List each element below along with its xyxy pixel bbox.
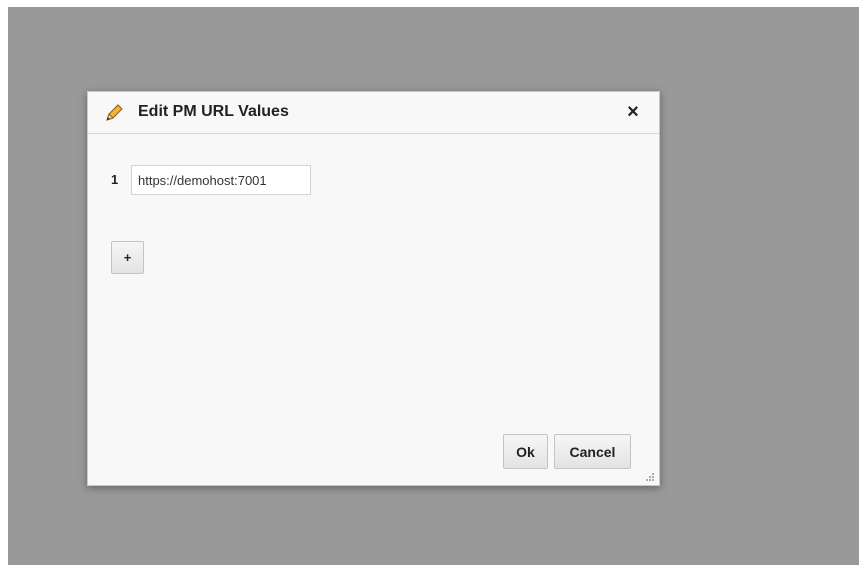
close-icon[interactable]: ×	[623, 101, 643, 123]
url-row-index: 1	[111, 172, 119, 187]
resize-grip-icon[interactable]	[643, 469, 655, 481]
pm-url-input[interactable]	[131, 165, 311, 195]
ok-button[interactable]: Ok	[503, 434, 548, 469]
add-url-button[interactable]: +	[111, 241, 144, 274]
edit-pm-url-dialog: Edit PM URL Values × 1 + Ok Cancel	[87, 91, 660, 486]
pencil-icon	[104, 103, 124, 123]
dialog-header: Edit PM URL Values ×	[88, 92, 659, 134]
cancel-button[interactable]: Cancel	[554, 434, 631, 469]
dialog-title: Edit PM URL Values	[138, 103, 289, 120]
